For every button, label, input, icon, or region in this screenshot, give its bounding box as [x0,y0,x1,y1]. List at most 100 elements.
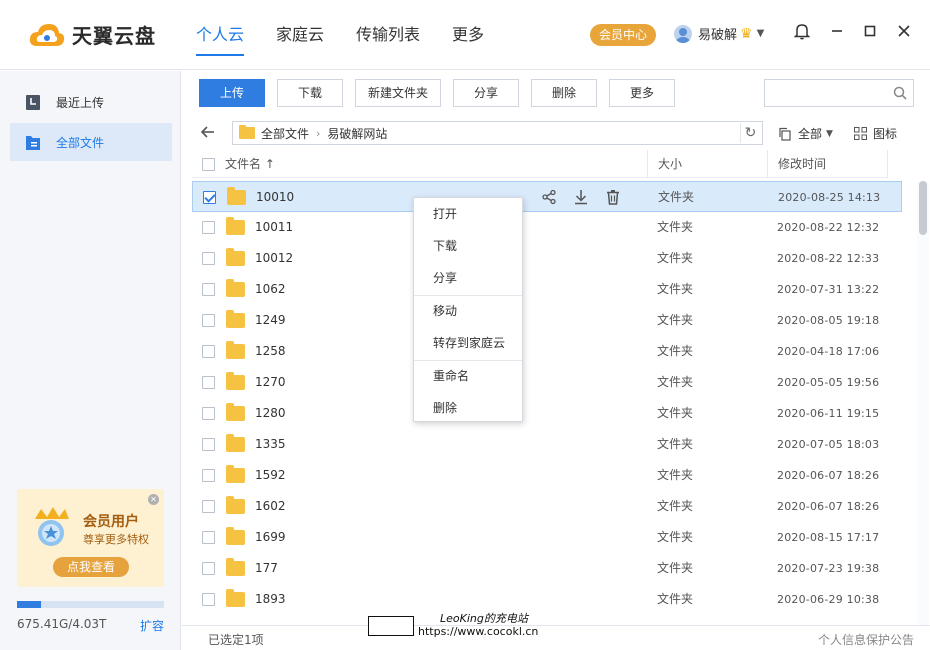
menu-item-delete[interactable]: 删除 [414,392,522,424]
back-arrow-icon[interactable] [200,124,216,144]
nav-more[interactable]: 更多 [452,0,484,70]
nav-personal-cloud[interactable]: 个人云 [196,0,245,70]
table-row[interactable]: 177 文件夹 2020-07-23 19:38 [192,553,902,584]
row-checkbox[interactable] [202,438,215,451]
refresh-icon[interactable]: ↻ [740,123,760,143]
privacy-notice-link[interactable]: 个人信息保护公告 [818,631,914,648]
search-input[interactable] [765,80,885,106]
close-icon[interactable] [893,22,915,44]
breadcrumb-item-current[interactable]: 易破解网站 [327,125,387,142]
share-icon[interactable] [541,189,557,205]
column-header-size[interactable]: 大小 [658,150,682,178]
file-table-header: 文件名 ↑ 大小 修改时间 [192,150,888,178]
sidebar-item-all-files[interactable]: 全部文件 [10,123,172,161]
file-name[interactable]: 1602 [255,491,286,522]
row-checkbox[interactable] [202,376,215,389]
select-all-checkbox[interactable] [202,158,215,171]
trash-icon[interactable] [605,189,621,205]
menu-item-open[interactable]: 打开 [414,198,522,230]
row-checkbox[interactable] [202,407,215,420]
menu-item-download[interactable]: 下载 [414,230,522,262]
folder-icon [226,434,245,452]
new-folder-button[interactable]: 新建文件夹 [355,79,441,107]
breadcrumb-item-all-files[interactable]: 全部文件 [261,125,309,142]
row-checkbox[interactable] [202,500,215,513]
file-name[interactable]: 1280 [255,398,286,429]
app-logo[interactable]: 天翼云盘 [28,20,156,49]
menu-item-save-to-family[interactable]: 转存到家庭云 [414,327,522,359]
table-row[interactable]: 1699 文件夹 2020-08-15 17:17 [192,522,902,553]
row-checkbox[interactable] [202,314,215,327]
more-button[interactable]: 更多 [609,79,675,107]
download-button[interactable]: 下载 [277,79,343,107]
row-checkbox[interactable] [203,191,216,204]
column-divider[interactable] [767,150,768,178]
file-name[interactable]: 1592 [255,460,286,491]
table-row[interactable]: 1258 文件夹 2020-04-18 17:06 [192,336,902,367]
row-checkbox[interactable] [202,345,215,358]
row-checkbox[interactable] [202,252,215,265]
filter-dropdown[interactable]: 全部 ▼ [778,125,833,142]
file-modified-time: 2020-07-05 18:03 [777,438,880,451]
vip-promo-banner[interactable]: ✕ 会员用户 尊享更多特权 点我查看 [17,489,164,587]
row-checkbox[interactable] [202,283,215,296]
minimize-icon[interactable] [826,22,848,44]
table-row[interactable]: 1893 文件夹 2020-06-29 10:38 [192,584,902,615]
column-divider[interactable] [887,150,888,178]
file-name[interactable]: 1062 [255,274,286,305]
table-row[interactable]: 10010 文件夹 2020-08-25 14:13 [192,181,902,212]
menu-item-rename[interactable]: 重命名 [414,360,522,392]
user-menu[interactable]: 易破解 ♛ ▼ [674,24,764,43]
row-checkbox[interactable] [202,562,215,575]
upload-button[interactable]: 上传 [199,79,265,107]
vip-center-button[interactable]: 会员中心 [590,24,656,46]
table-row[interactable]: 1062 文件夹 2020-07-31 13:22 [192,274,902,305]
sidebar-item-recent-upload[interactable]: 最近上传 [10,83,172,121]
file-name[interactable]: 1335 [255,429,286,460]
menu-item-share[interactable]: 分享 [414,262,522,294]
file-name[interactable]: 1258 [255,336,286,367]
table-row[interactable]: 10011 文件夹 2020-08-22 12:32 [192,212,902,243]
view-mode-toggle[interactable]: 图标 [854,125,897,142]
menu-item-move[interactable]: 移动 [414,295,522,327]
table-row[interactable]: 1270 文件夹 2020-05-05 19:56 [192,367,902,398]
file-name[interactable]: 1699 [255,522,286,553]
delete-button[interactable]: 删除 [531,79,597,107]
column-divider[interactable] [647,150,648,178]
file-name[interactable]: 1249 [255,305,286,336]
file-size: 文件夹 [658,190,695,204]
table-row[interactable]: 1249 文件夹 2020-08-05 19:18 [192,305,902,336]
download-icon[interactable] [573,189,589,205]
file-name[interactable]: 1270 [255,367,286,398]
row-checkbox[interactable] [202,469,215,482]
table-row[interactable]: 1335 文件夹 2020-07-05 18:03 [192,429,902,460]
file-modified-time: 2020-06-11 19:15 [777,407,880,420]
file-name[interactable]: 177 [255,553,278,584]
row-checkbox[interactable] [202,593,215,606]
scrollbar-track[interactable] [917,181,929,625]
column-header-modified[interactable]: 修改时间 [778,150,826,178]
column-header-name[interactable]: 文件名 ↑ [225,150,275,178]
file-modified-time: 2020-08-22 12:33 [777,252,880,265]
sidebar-item-label: 全部文件 [56,135,105,150]
bell-icon[interactable] [791,22,813,44]
file-name[interactable]: 10011 [255,212,293,243]
nav-family-cloud[interactable]: 家庭云 [276,0,324,70]
row-checkbox[interactable] [202,531,215,544]
table-row[interactable]: 1280 文件夹 2020-06-11 19:15 [192,398,902,429]
table-row[interactable]: 10012 文件夹 2020-08-22 12:33 [192,243,902,274]
file-name[interactable]: 10010 [256,182,294,213]
file-name[interactable]: 10012 [255,243,293,274]
table-row[interactable]: 1592 文件夹 2020-06-07 18:26 [192,460,902,491]
expand-storage-link[interactable]: 扩容 [140,617,164,634]
close-icon[interactable]: ✕ [148,494,159,505]
row-checkbox[interactable] [202,221,215,234]
search-icon[interactable] [893,86,907,100]
share-button[interactable]: 分享 [453,79,519,107]
nav-transfer-list[interactable]: 传输列表 [356,0,420,70]
promo-view-button[interactable]: 点我查看 [53,557,129,577]
table-row[interactable]: 1602 文件夹 2020-06-07 18:26 [192,491,902,522]
file-name[interactable]: 1893 [255,584,286,615]
maximize-icon[interactable] [859,22,881,44]
scrollbar-thumb[interactable] [919,181,927,235]
